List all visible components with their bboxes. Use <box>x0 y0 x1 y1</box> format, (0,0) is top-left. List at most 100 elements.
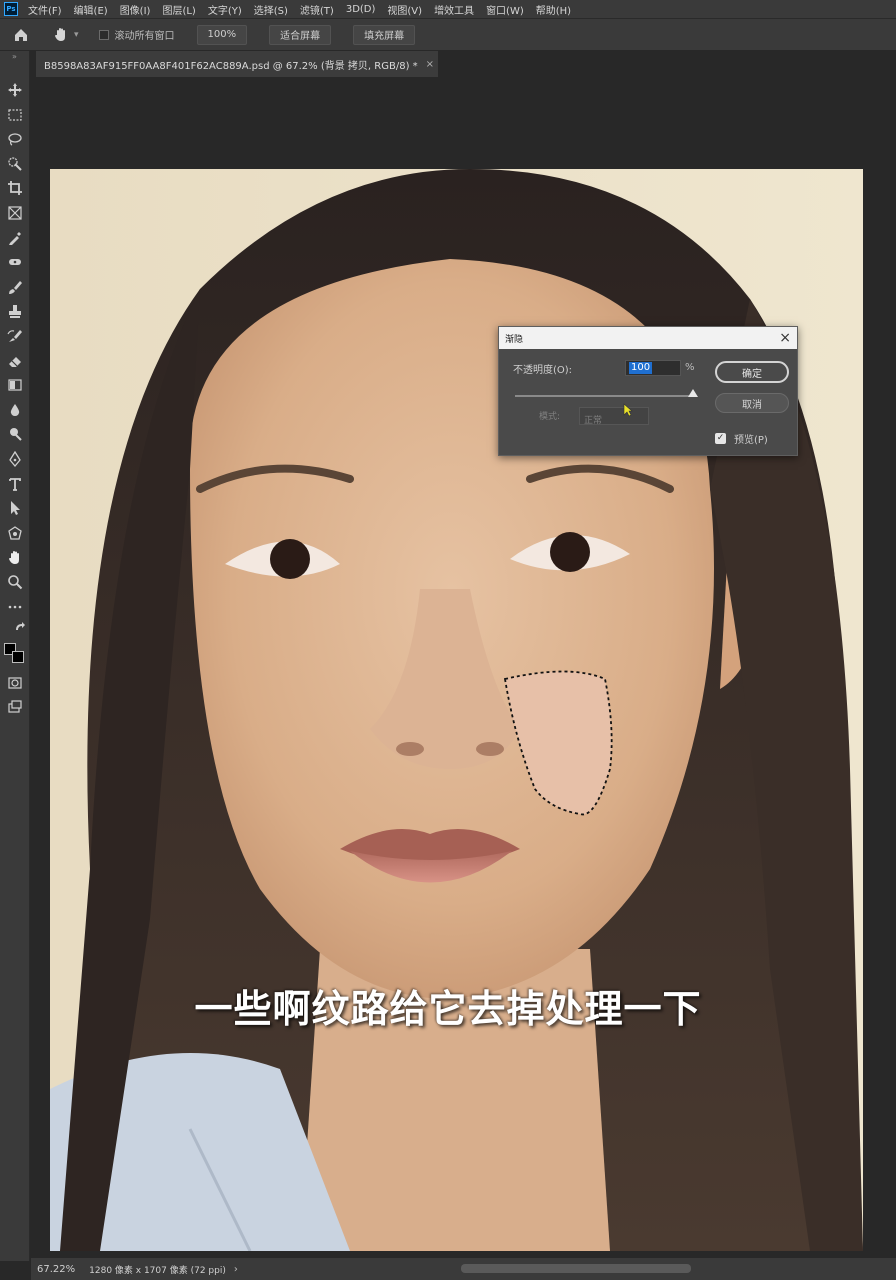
dialog-titlebar[interactable]: 渐隐 × <box>499 327 797 349</box>
zoom-100-button[interactable]: 100% <box>196 24 248 45</box>
marquee-icon[interactable] <box>4 104 26 126</box>
lasso-icon-glyph <box>8 133 22 146</box>
close-icon[interactable]: × <box>779 331 791 345</box>
stamp-icon[interactable] <box>4 300 26 322</box>
quick-select-icon-glyph <box>8 157 22 171</box>
document-tab-bar: B8598A83AF915FF0AA8F401F62AC889A.psd @ 6… <box>36 51 896 77</box>
preview-checkbox[interactable]: ✓ 预览(P) <box>715 431 768 446</box>
status-bar: 67.22% 1280 像素 x 1707 像素 (72 ppi) › <box>31 1258 896 1280</box>
brush-icon[interactable] <box>4 276 26 298</box>
frame-icon[interactable] <box>4 202 26 224</box>
swap-colors-icon[interactable] <box>14 621 26 633</box>
mode-select[interactable]: 正常 <box>579 407 649 426</box>
hand-icon <box>55 27 65 41</box>
gradient-icon-glyph <box>8 379 22 391</box>
opacity-slider-track[interactable] <box>515 395 693 397</box>
horizontal-scrollbar[interactable] <box>461 1264 691 1273</box>
menu-filter[interactable]: 滤镜(T) <box>300 2 334 17</box>
chevron-right-icon[interactable]: › <box>234 1264 238 1275</box>
panel-grip-icon[interactable]: » <box>0 51 29 73</box>
document-tab[interactable]: B8598A83AF915FF0AA8F401F62AC889A.psd @ 6… <box>36 51 438 77</box>
frame-icon-glyph <box>8 206 22 220</box>
ok-button[interactable]: 确定 <box>715 361 789 383</box>
crop-icon[interactable] <box>4 177 26 199</box>
opacity-label: 不透明度(O): <box>513 365 573 376</box>
menu-window[interactable]: 窗口(W) <box>486 2 524 17</box>
pen-icon-glyph <box>9 451 21 467</box>
home-icon[interactable] <box>12 26 30 44</box>
fill-screen-button[interactable]: 填充屏幕 <box>353 24 416 45</box>
move-icon[interactable] <box>4 79 26 101</box>
blur-icon[interactable] <box>4 399 26 421</box>
opacity-slider-thumb[interactable] <box>688 389 698 397</box>
checkmark-icon[interactable]: ✓ <box>715 433 726 444</box>
crop-icon-glyph <box>8 181 22 196</box>
menu-plugins[interactable]: 增效工具 <box>434 2 474 17</box>
menu-image[interactable]: 图像(I) <box>120 2 151 17</box>
canvas-area[interactable] <box>31 77 896 1257</box>
hand-icon-glyph <box>9 551 19 565</box>
healing-icon[interactable] <box>4 251 26 273</box>
opacity-unit-row: % <box>685 362 695 373</box>
shape-icon[interactable] <box>4 522 26 544</box>
more-icon[interactable] <box>4 596 26 618</box>
scroll-all-windows-checkbox[interactable]: 滚动所有窗口 <box>98 27 175 42</box>
quick-select-icon[interactable] <box>4 153 26 175</box>
fit-screen-button[interactable]: 适合屏幕 <box>269 24 332 45</box>
tool-preset-picker[interactable]: ▾ <box>52 26 79 44</box>
shape-icon-glyph <box>8 526 22 540</box>
hand-icon[interactable] <box>4 546 26 568</box>
menu-help[interactable]: 帮助(H) <box>536 2 571 17</box>
brush-icon-glyph <box>9 280 22 294</box>
quick-mask-icon[interactable] <box>4 672 26 694</box>
cancel-button[interactable]: 取消 <box>715 393 789 413</box>
close-icon[interactable]: × <box>426 59 434 70</box>
lasso-icon[interactable] <box>4 128 26 150</box>
gradient-icon[interactable] <box>4 374 26 396</box>
opacity-field-row: 100 <box>625 360 681 376</box>
dodge-icon[interactable] <box>4 423 26 445</box>
mode-select-row: 正常 <box>579 407 649 426</box>
menu-type[interactable]: 文字(Y) <box>208 2 242 17</box>
screen-mode-icon[interactable] <box>4 696 26 718</box>
mode-row: 模式: <box>539 409 560 422</box>
opacity-input[interactable]: 100 <box>625 360 681 376</box>
more-icon-glyph <box>8 605 22 608</box>
menu-layer[interactable]: 图层(L) <box>162 2 195 17</box>
history-brush-icon-glyph <box>7 330 22 342</box>
menu-edit[interactable]: 编辑(E) <box>74 2 108 17</box>
menu-select[interactable]: 选择(S) <box>254 2 288 17</box>
eraser-icon-glyph <box>9 356 21 367</box>
stamp-icon-glyph <box>9 305 21 319</box>
marquee-icon-glyph <box>8 108 22 121</box>
eraser-icon[interactable] <box>4 350 26 372</box>
path-select-icon[interactable] <box>4 497 26 519</box>
preview-label: 预览(P) <box>734 435 768 446</box>
photoshop-logo-icon: Ps <box>4 2 18 16</box>
scroll-all-windows-label: 滚动所有窗口 <box>114 31 175 42</box>
type-icon-glyph <box>9 477 21 491</box>
type-icon[interactable] <box>4 473 26 495</box>
history-brush-icon[interactable] <box>4 325 26 347</box>
zoom-icon[interactable] <box>4 571 26 593</box>
opacity-unit: % <box>685 362 695 373</box>
menu-view[interactable]: 视图(V) <box>387 2 422 17</box>
path-select-icon-glyph <box>11 501 20 516</box>
eyedropper-icon[interactable] <box>4 227 26 249</box>
chevron-down-icon: ▾ <box>74 29 79 40</box>
eyedropper-icon-glyph <box>9 231 21 245</box>
video-subtitle: 一些啊纹路给它去掉处理一下 <box>194 987 702 1031</box>
blur-icon-glyph <box>10 403 20 416</box>
document-tab-title: B8598A83AF915FF0AA8F401F62AC889A.psd @ 6… <box>44 60 418 72</box>
move-icon-glyph <box>8 83 22 97</box>
opacity-row: 不透明度(O): <box>513 361 572 376</box>
opacity-value: 100 <box>629 362 653 374</box>
background-color-swatch[interactable] <box>12 651 24 663</box>
menu-file[interactable]: 文件(F) <box>28 2 62 17</box>
options-bar: ▾ 滚动所有窗口 100% 适合屏幕 填充屏幕 <box>0 18 896 50</box>
menu-bar: Ps 文件(F) 编辑(E) 图像(I) 图层(L) 文字(Y) 选择(S) 滤… <box>0 0 896 18</box>
menu-3d[interactable]: 3D(D) <box>346 4 376 15</box>
pen-icon[interactable] <box>4 448 26 470</box>
checkbox-box[interactable] <box>98 29 109 40</box>
status-zoom[interactable]: 67.22% <box>37 1264 75 1275</box>
